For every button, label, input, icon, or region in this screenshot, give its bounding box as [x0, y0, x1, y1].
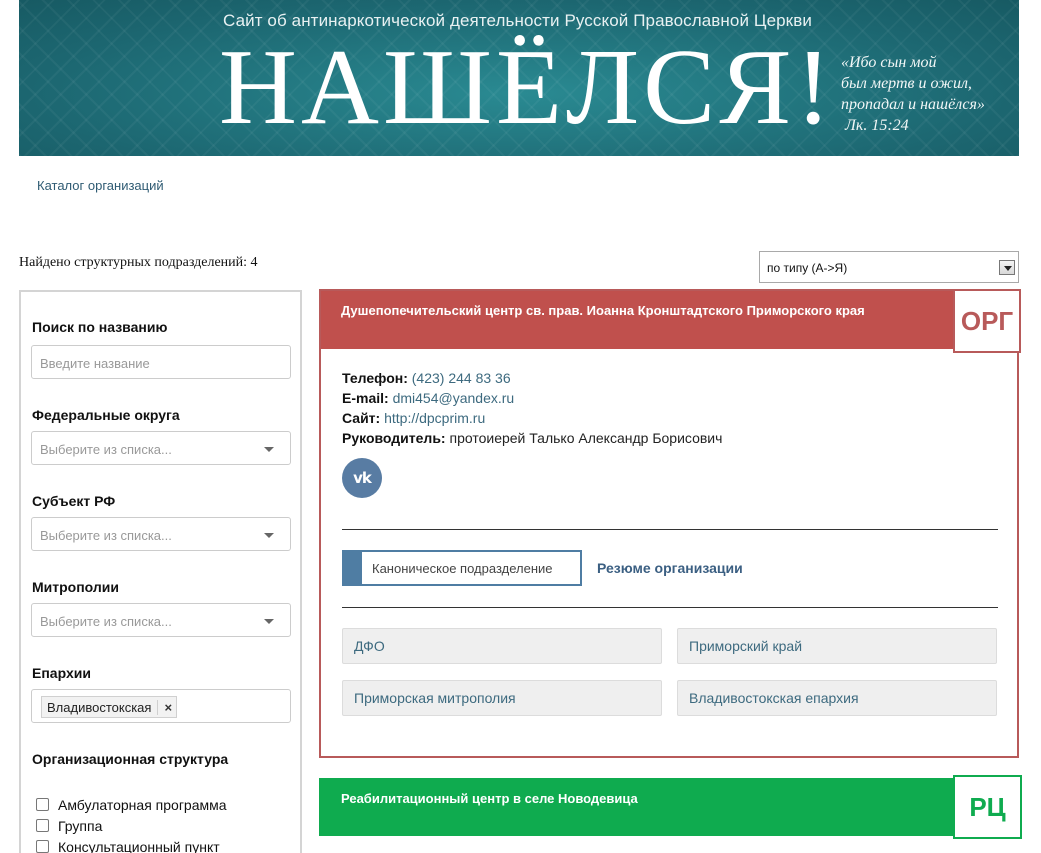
- checkbox[interactable]: [36, 798, 49, 811]
- head-label: Руководитель:: [342, 430, 446, 446]
- metropolis-placeholder: Выберите из списка...: [40, 614, 172, 629]
- breadcrumb-catalog-link[interactable]: Каталог организаций: [37, 178, 164, 193]
- quote-line-3: пропадал и нашёлся»: [841, 96, 985, 113]
- divider: [342, 607, 998, 608]
- phone-link[interactable]: (423) 244 83 36: [412, 370, 511, 386]
- organization-card-title[interactable]: Реабилитационный центр в селе Новодевица: [319, 778, 953, 836]
- organization-card: Реабилитационный центр в селе Новодевица…: [319, 775, 1022, 853]
- org-type-label: Группа: [58, 818, 103, 834]
- eparchy-tag-label: Владивостокская: [47, 700, 152, 715]
- region-tag[interactable]: Приморский край: [677, 628, 997, 664]
- canonical-division-label: Каноническое подразделение: [372, 561, 553, 576]
- chevron-down-icon: [264, 447, 274, 452]
- region-tag[interactable]: Приморская митрополия: [342, 680, 662, 716]
- org-type-badge: ОРГ: [953, 289, 1021, 353]
- quote-line-2: был мертв и ожил,: [841, 75, 972, 92]
- search-placeholder: Введите название: [40, 356, 150, 371]
- subject-select[interactable]: Выберите из списка...: [31, 517, 291, 551]
- site-banner[interactable]: Сайт об антинаркотической деятельности Р…: [19, 0, 1019, 156]
- vk-icon[interactable]: vk: [342, 458, 382, 498]
- checkbox[interactable]: [36, 819, 49, 832]
- banner-title: НАШЁЛСЯ!: [219, 28, 836, 147]
- subject-placeholder: Выберите из списка...: [40, 528, 172, 543]
- federal-district-label: Федеральные округа: [32, 407, 180, 423]
- quote-reference: Лк. 15:24: [845, 117, 909, 134]
- results-count: Найдено структурных подразделений: 4: [19, 255, 258, 270]
- sort-select[interactable]: по типу (А->Я): [759, 251, 1019, 283]
- sort-select-value: по типу (А->Я): [767, 261, 848, 275]
- organization-card: Душепопечительский центр св. прав. Иоанн…: [319, 289, 1021, 758]
- org-type-label: Амбулаторная программа: [58, 797, 227, 813]
- metropolis-label: Митрополии: [32, 579, 119, 595]
- site-link[interactable]: http://dpcprim.ru: [384, 410, 485, 426]
- federal-district-select[interactable]: Выберите из списка...: [31, 431, 291, 465]
- banner-quote: «Ибо сын мой был мертв и ожил, пропадал …: [841, 52, 1019, 136]
- site-label: Сайт:: [342, 410, 381, 426]
- org-type-badge: РЦ: [953, 775, 1022, 839]
- chevron-down-icon: [264, 619, 274, 624]
- name-search-input[interactable]: Введите название: [31, 345, 291, 379]
- search-label: Поиск по названию: [32, 319, 168, 335]
- metropolis-select[interactable]: Выберите из списка...: [31, 603, 291, 637]
- org-type-checkbox-row[interactable]: Группа: [36, 818, 102, 834]
- region-tag[interactable]: Владивостокская епархия: [677, 680, 997, 716]
- subject-label: Субъект РФ: [32, 493, 116, 509]
- remove-tag-icon[interactable]: ×: [157, 700, 172, 715]
- filter-sidebar: Поиск по названию Введите название Федер…: [19, 290, 302, 853]
- eparchy-select[interactable]: Владивостокская ×: [31, 689, 291, 723]
- eparchy-label: Епархии: [32, 665, 91, 681]
- org-structure-label: Организационная структура: [32, 751, 229, 767]
- organization-card-title[interactable]: Душепопечительский центр св. прав. Иоанн…: [321, 291, 955, 349]
- org-type-checkbox-row[interactable]: Амбулаторная программа: [36, 797, 227, 813]
- quote-line-1: «Ибо сын мой: [841, 54, 937, 71]
- email-label: E-mail:: [342, 390, 389, 406]
- phone-label: Телефон:: [342, 370, 408, 386]
- canonical-division-button[interactable]: Каноническое подразделение: [342, 550, 582, 586]
- resume-link[interactable]: Резюме организации: [597, 560, 743, 576]
- org-type-label: Консультационный пункт: [58, 839, 220, 853]
- email-link[interactable]: dmi454@yandex.ru: [393, 390, 515, 406]
- chevron-down-icon: [264, 533, 274, 538]
- org-type-checkbox-row[interactable]: Консультационный пункт: [36, 839, 220, 853]
- head-name: протоиерей Талько Александр Борисович: [449, 430, 723, 446]
- contact-info: Телефон: (423) 244 83 36 E-mail: dmi454@…: [342, 368, 722, 448]
- region-tag[interactable]: ДФО: [342, 628, 662, 664]
- checkbox[interactable]: [36, 840, 49, 853]
- federal-district-placeholder: Выберите из списка...: [40, 442, 172, 457]
- eparchy-selected-tag: Владивостокская ×: [41, 696, 178, 718]
- divider: [342, 529, 998, 530]
- chevron-down-icon[interactable]: [999, 260, 1015, 275]
